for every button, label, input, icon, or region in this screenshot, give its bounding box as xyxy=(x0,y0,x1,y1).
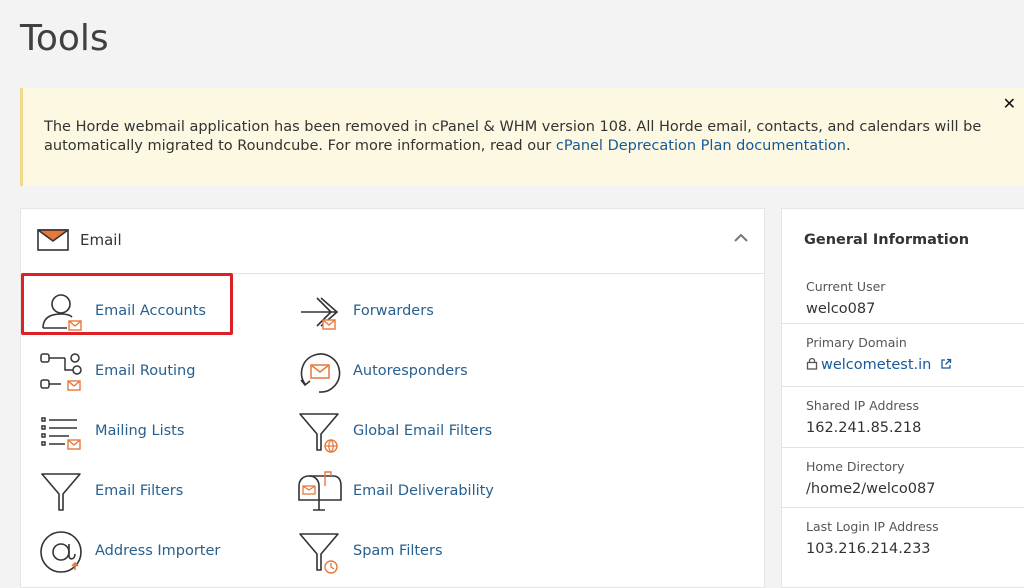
mailing-lists-link[interactable]: Mailing Lists xyxy=(39,410,219,456)
page-title: Tools xyxy=(20,18,109,59)
list-icon xyxy=(41,417,81,450)
general-information-panel: General Information Current User welco08… xyxy=(781,208,1024,588)
shared-ip-label: Shared IP Address xyxy=(806,398,919,413)
mailing-lists-label: Mailing Lists xyxy=(95,423,185,439)
notice-text: The Horde webmail application has been r… xyxy=(44,118,1004,156)
last-login-value: 103.216.214.233 xyxy=(806,541,931,557)
last-login-label: Last Login IP Address xyxy=(806,519,939,534)
funnel-clock-icon xyxy=(299,533,339,574)
email-routing-link[interactable]: Email Routing xyxy=(39,350,219,396)
at-sign-icon xyxy=(40,531,82,573)
email-panel: Email Email Accounts Email Routing Maili… xyxy=(20,208,765,588)
email-accounts-highlight xyxy=(21,273,233,335)
email-panel-title: Email xyxy=(80,231,122,249)
deprecation-notice: The Horde webmail application has been r… xyxy=(20,88,1024,186)
home-directory-label: Home Directory xyxy=(806,459,905,474)
primary-domain-label: Primary Domain xyxy=(806,335,907,350)
spam-filters-link[interactable]: Spam Filters xyxy=(297,530,477,576)
email-filters-label: Email Filters xyxy=(95,483,184,499)
email-routing-label: Email Routing xyxy=(95,363,196,379)
last-login-row: Last Login IP Address 103.216.214.233 xyxy=(782,507,1024,570)
funnel-icon xyxy=(41,473,81,511)
current-user-label: Current User xyxy=(806,279,886,294)
current-user-value: welco087 xyxy=(806,301,876,317)
notice-period: . xyxy=(845,138,851,154)
primary-domain-value: welcometest.in xyxy=(806,357,952,373)
home-directory-value: /home2/welco087 xyxy=(806,481,936,497)
email-deliverability-link[interactable]: Email Deliverability xyxy=(297,470,497,516)
current-user-row: Current User welco087 xyxy=(782,262,1024,324)
general-information-title: General Information xyxy=(804,232,970,248)
autoresponders-label: Autoresponders xyxy=(353,363,468,379)
forward-arrow-icon xyxy=(301,297,339,330)
shared-ip-row: Shared IP Address 162.241.85.218 xyxy=(782,386,1024,448)
routing-icon xyxy=(40,353,82,391)
global-email-filters-link[interactable]: Global Email Filters xyxy=(297,410,497,456)
envelope-icon xyxy=(37,229,69,251)
shared-ip-value: 162.241.85.218 xyxy=(806,420,922,436)
mailbox-icon xyxy=(298,471,342,511)
primary-domain-row: Primary Domain welcometest.in xyxy=(782,323,1024,387)
spam-filters-label: Spam Filters xyxy=(353,543,443,559)
address-importer-label: Address Importer xyxy=(95,543,221,559)
chevron-up-icon[interactable] xyxy=(734,233,748,243)
primary-domain-link[interactable]: welcometest.in xyxy=(821,357,931,373)
address-importer-link[interactable]: Address Importer xyxy=(39,530,239,576)
close-icon[interactable]: ✕ xyxy=(1003,94,1016,113)
autoresponders-link[interactable]: Autoresponders xyxy=(297,350,497,396)
autoresponder-icon xyxy=(300,353,341,393)
email-deliverability-label: Email Deliverability xyxy=(353,483,494,499)
forwarders-link[interactable]: Forwarders xyxy=(297,290,457,336)
funnel-globe-icon xyxy=(299,413,339,453)
lock-icon xyxy=(806,357,818,370)
external-link-icon[interactable] xyxy=(940,358,952,370)
global-email-filters-label: Global Email Filters xyxy=(353,423,493,439)
deprecation-doc-link[interactable]: cPanel Deprecation Plan documentation xyxy=(556,138,846,154)
email-panel-header[interactable]: Email xyxy=(21,209,764,274)
forwarders-label: Forwarders xyxy=(353,303,434,319)
email-filters-link[interactable]: Email Filters xyxy=(39,470,219,516)
home-directory-row: Home Directory /home2/welco087 xyxy=(782,447,1024,508)
